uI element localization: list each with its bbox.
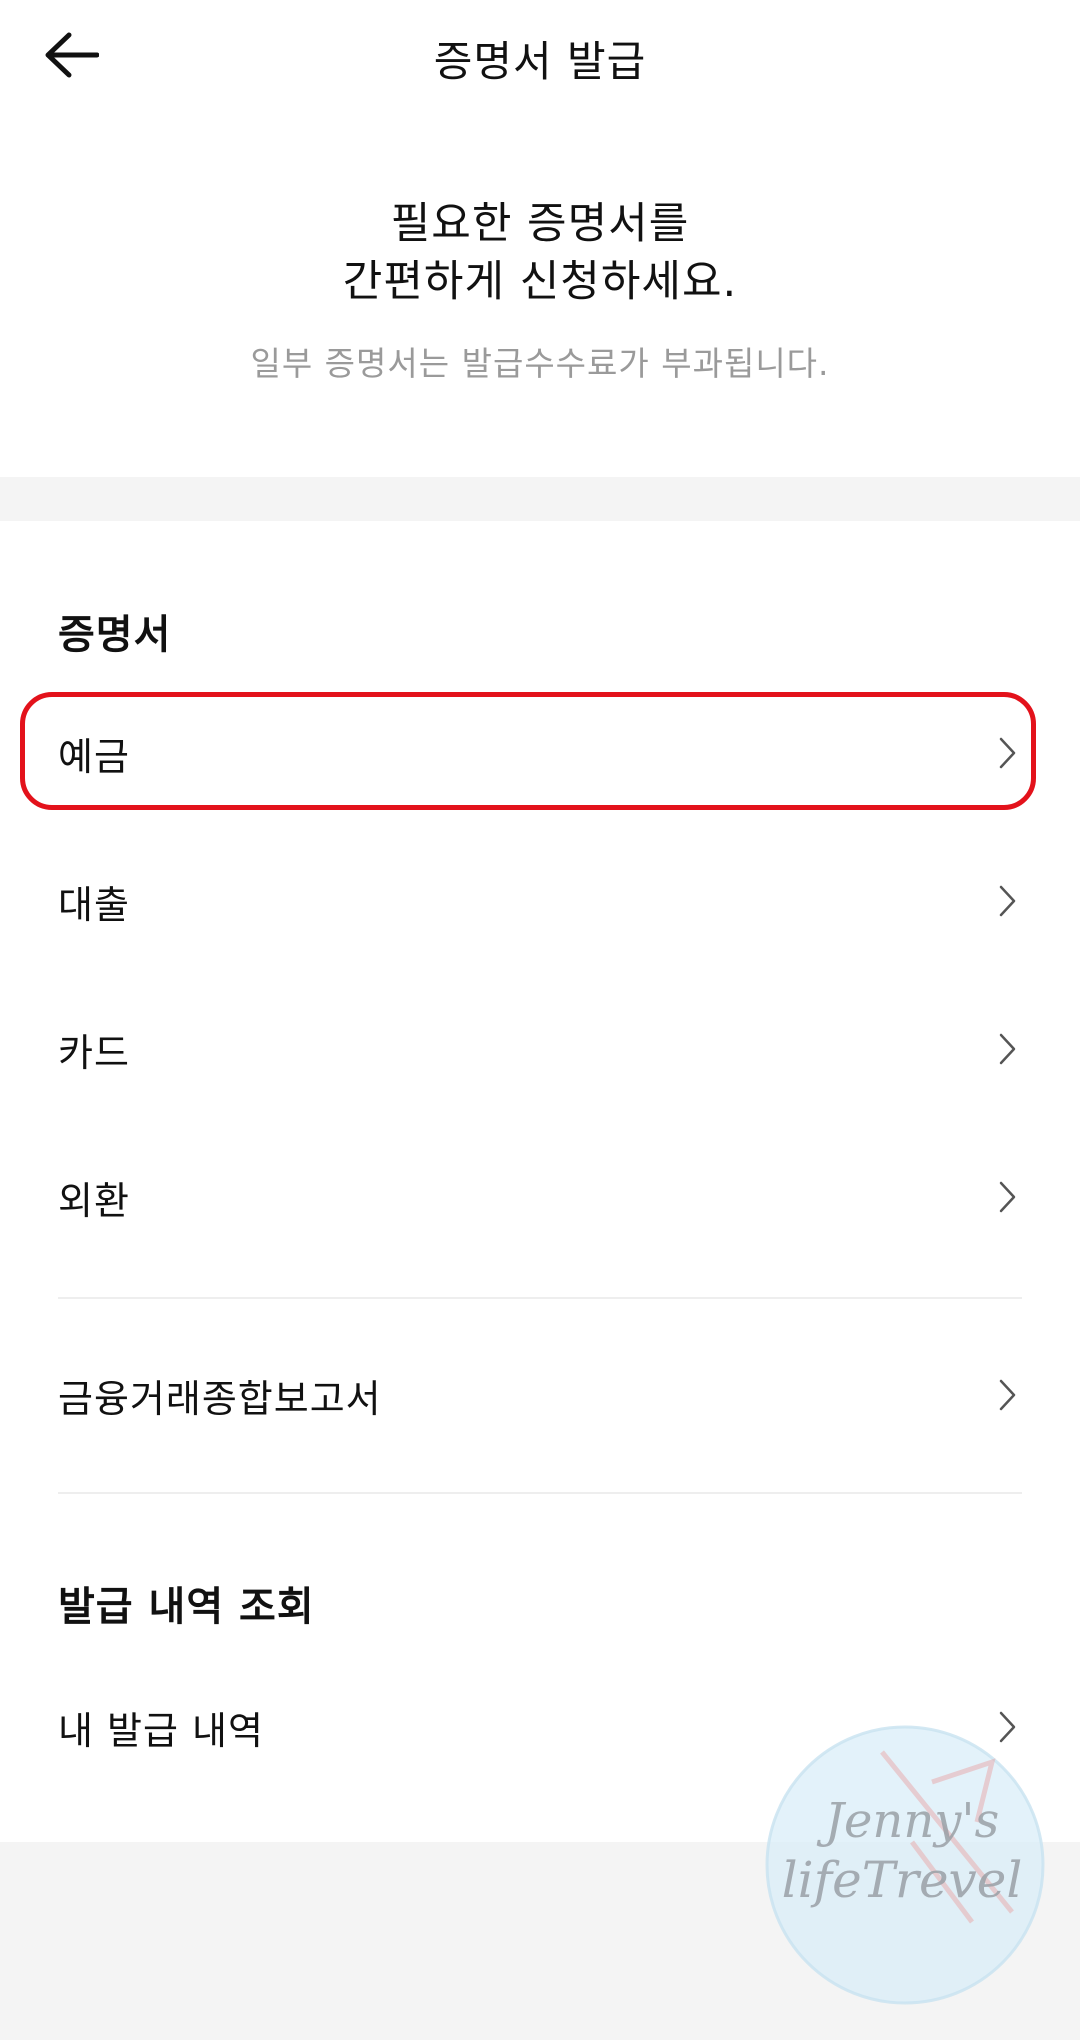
menu-item-foreign-exchange[interactable]: 외환 xyxy=(58,1142,1022,1252)
page-title: 증명서 발급 xyxy=(433,37,647,86)
menu-item-deposit[interactable]: 예금 xyxy=(58,698,1022,808)
certificates-section-title: 증명서 xyxy=(58,612,172,658)
footer-area xyxy=(0,1842,1080,2040)
menu-item-label: 대출 xyxy=(58,882,130,927)
menu-item-label: 외환 xyxy=(58,1178,130,1223)
history-section-title: 발급 내역 조회 xyxy=(58,1584,315,1630)
menu-item-label: 예금 xyxy=(58,734,130,779)
menu-item-my-history[interactable]: 내 발급 내역 xyxy=(58,1672,1022,1782)
app-header: 증명서 발급 xyxy=(0,0,1080,110)
chevron-right-icon xyxy=(999,1711,1016,1743)
chevron-right-icon xyxy=(999,1033,1016,1065)
intro-section: 필요한 증명서를 간편하게 신청하세요. 일부 증명서는 발급수수료가 부과됩니… xyxy=(0,195,1080,385)
watermark-line1: Jenny's xyxy=(816,1793,999,1849)
intro-headline-line1: 필요한 증명서를 xyxy=(390,199,690,249)
chevron-right-icon xyxy=(999,1181,1016,1213)
chevron-right-icon xyxy=(999,885,1016,917)
divider xyxy=(58,1492,1022,1494)
menu-item-label: 금융거래종합보고서 xyxy=(58,1376,382,1421)
menu-item-label: 내 발급 내역 xyxy=(58,1708,264,1753)
chevron-right-icon xyxy=(999,737,1016,769)
menu-item-loan[interactable]: 대출 xyxy=(58,846,1022,956)
fee-notice: 일부 증명서는 발급수수료가 부과됩니다. xyxy=(250,344,830,383)
menu-item-card[interactable]: 카드 xyxy=(58,994,1022,1104)
menu-item-label: 카드 xyxy=(58,1030,130,1075)
section-separator xyxy=(0,477,1080,521)
chevron-right-icon xyxy=(999,1379,1016,1411)
divider xyxy=(58,1297,1022,1299)
menu-item-financial-report[interactable]: 금융거래종합보고서 xyxy=(58,1340,1022,1450)
intro-headline-line2: 간편하게 신청하세요. xyxy=(342,257,738,307)
